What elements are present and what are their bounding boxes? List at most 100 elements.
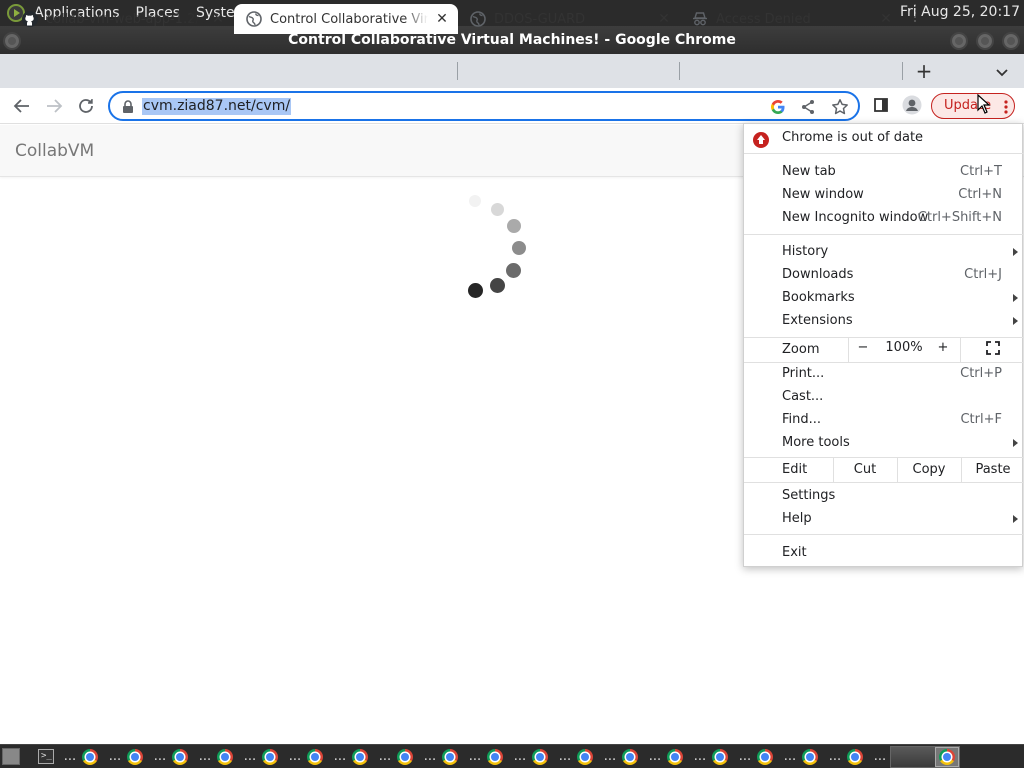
chrome-main-menu: Chrome is out of date New tab Ctrl+T New… <box>743 123 1024 567</box>
taskbar-window-title: ... <box>873 749 887 764</box>
taskbar-window-button[interactable]: ... <box>782 747 818 767</box>
taskbar-window-button[interactable]: ... <box>197 747 233 767</box>
taskbar-window-button[interactable]: ... <box>377 747 413 767</box>
menu-item-new-incognito[interactable]: New Incognito window Ctrl+Shift+N <box>744 207 1024 229</box>
tab-collabvm[interactable]: Control Collaborative Virtual Machines! … <box>234 4 458 34</box>
new-tab-button[interactable]: + <box>912 60 936 84</box>
profile-avatar-icon[interactable] <box>901 94 923 116</box>
google-lens-icon[interactable] <box>768 97 788 117</box>
tab-access-denied[interactable]: Access Denied ✕ <box>680 4 902 34</box>
lock-icon[interactable] <box>122 99 134 118</box>
close-icon[interactable]: ✕ <box>434 11 450 27</box>
menu-separator <box>744 482 1024 483</box>
taskbar-window-button[interactable]: ... <box>152 747 188 767</box>
taskbar-window-button[interactable]: ... <box>557 747 593 767</box>
menu-item-print[interactable]: Print... Ctrl+P <box>744 363 1024 385</box>
copy-button[interactable]: Copy <box>898 457 960 482</box>
tab-strip <box>0 54 1024 88</box>
chrome-icon <box>172 749 188 765</box>
chrome-icon <box>667 749 683 765</box>
spinner-dot <box>507 219 521 233</box>
tab-label: collab-vm-web-app-1.2/src <box>46 11 204 27</box>
taskbar-window-button[interactable]: ... <box>332 747 368 767</box>
menu-item-history[interactable]: History <box>744 241 1024 263</box>
spinner-dot <box>468 283 483 298</box>
taskbar-window-title: ... <box>63 749 77 764</box>
menu-divider <box>960 337 961 362</box>
menu-item-help[interactable]: Help <box>744 508 1024 530</box>
menu-item-new-tab[interactable]: New tab Ctrl+T <box>744 161 1024 183</box>
taskbar-window-button[interactable]: ... <box>107 747 143 767</box>
taskbar-window-button[interactable]: ... <box>512 747 548 767</box>
chrome-icon <box>577 749 593 765</box>
taskbar-window-button[interactable]: ... <box>62 747 98 767</box>
chrome-icon <box>82 749 98 765</box>
minimize-button[interactable] <box>950 32 968 50</box>
zoom-in-button[interactable]: + <box>932 337 954 359</box>
clock[interactable]: Fri Aug 25, 20:17 <box>900 4 1020 20</box>
address-bar[interactable]: cvm.ziad87.net/cvm/ <box>108 91 860 121</box>
chrome-icon <box>757 749 773 765</box>
tab-github[interactable]: collab-vm-web-app-1.2/src ✕ <box>10 4 234 34</box>
submenu-arrow-icon <box>1013 439 1018 447</box>
fullscreen-icon[interactable] <box>982 341 1004 363</box>
forward-button[interactable] <box>42 94 66 118</box>
taskbar-window-title: ... <box>243 749 257 764</box>
taskbar: >_ .....................................… <box>0 744 1024 768</box>
tab-divider <box>457 62 458 80</box>
paste-button[interactable]: Paste <box>962 457 1024 482</box>
chrome-icon <box>217 749 233 765</box>
chrome-icon <box>262 749 278 765</box>
taskbar-window-button[interactable]: ... <box>647 747 683 767</box>
menu-item-more-tools[interactable]: More tools <box>744 432 1024 454</box>
taskbar-window-button[interactable]: ... <box>242 747 278 767</box>
window-menu-button[interactable] <box>3 32 21 50</box>
close-window-button[interactable] <box>1002 32 1020 50</box>
tab-ddos-guard[interactable]: DDOS-GUARD ✕ <box>458 4 680 34</box>
taskbar-window-button[interactable]: ... <box>737 747 773 767</box>
url-text[interactable]: cvm.ziad87.net/cvm/ <box>142 98 292 115</box>
update-chrome-button[interactable]: Update <box>931 93 1015 119</box>
side-panel-icon[interactable] <box>870 94 892 116</box>
zoom-level: 100% <box>885 340 923 355</box>
taskbar-window-button[interactable]: ... <box>422 747 458 767</box>
reload-button[interactable] <box>74 94 98 118</box>
spinner-dot <box>490 278 505 293</box>
taskbar-window-button[interactable]: ... <box>827 747 863 767</box>
taskbar-window-button[interactable]: ... <box>287 747 323 767</box>
close-icon[interactable]: ✕ <box>878 11 894 27</box>
taskbar-window-button[interactable]: ... <box>872 747 888 767</box>
spinner-dot <box>506 263 521 278</box>
site-brand[interactable]: CollabVM <box>15 141 94 161</box>
taskbar-window-button[interactable]: ... <box>602 747 638 767</box>
back-button[interactable] <box>10 94 34 118</box>
tab-search-chevron-icon[interactable] <box>992 62 1012 82</box>
close-icon[interactable]: ✕ <box>656 11 672 27</box>
spinner-dot <box>491 203 504 216</box>
menu-item-new-window[interactable]: New window Ctrl+N <box>744 184 1024 206</box>
more-menu-icon[interactable] <box>1004 99 1008 114</box>
menu-item-exit[interactable]: Exit <box>744 542 1024 564</box>
cut-button[interactable]: Cut <box>834 457 896 482</box>
menu-item-settings[interactable]: Settings <box>744 485 1024 507</box>
menu-item-extensions[interactable]: Extensions <box>744 310 1024 332</box>
menu-item-bookmarks[interactable]: Bookmarks <box>744 287 1024 309</box>
menu-item-find[interactable]: Find... Ctrl+F <box>744 409 1024 431</box>
close-icon[interactable]: ✕ <box>210 11 226 27</box>
terminal-icon[interactable]: >_ <box>38 749 54 764</box>
taskbar-chrome-window[interactable] <box>935 747 959 767</box>
maximize-button[interactable] <box>976 32 994 50</box>
taskbar-window-button[interactable]: ... <box>692 747 728 767</box>
submenu-arrow-icon <box>1013 294 1018 302</box>
spinner-dot <box>512 241 526 255</box>
zoom-out-button[interactable]: − <box>852 337 874 359</box>
menu-item-update[interactable]: Chrome is out of date <box>744 127 1024 149</box>
menu-separator <box>744 234 1024 235</box>
taskbar-window-button[interactable]: ... <box>467 747 503 767</box>
show-desktop-icon[interactable] <box>2 748 20 765</box>
menu-item-downloads[interactable]: Downloads Ctrl+J <box>744 264 1024 286</box>
menu-item-cast[interactable]: Cast... <box>744 386 1024 408</box>
bookmark-star-icon[interactable] <box>830 97 850 117</box>
share-icon[interactable] <box>798 97 818 117</box>
menu-separator <box>744 153 1024 154</box>
